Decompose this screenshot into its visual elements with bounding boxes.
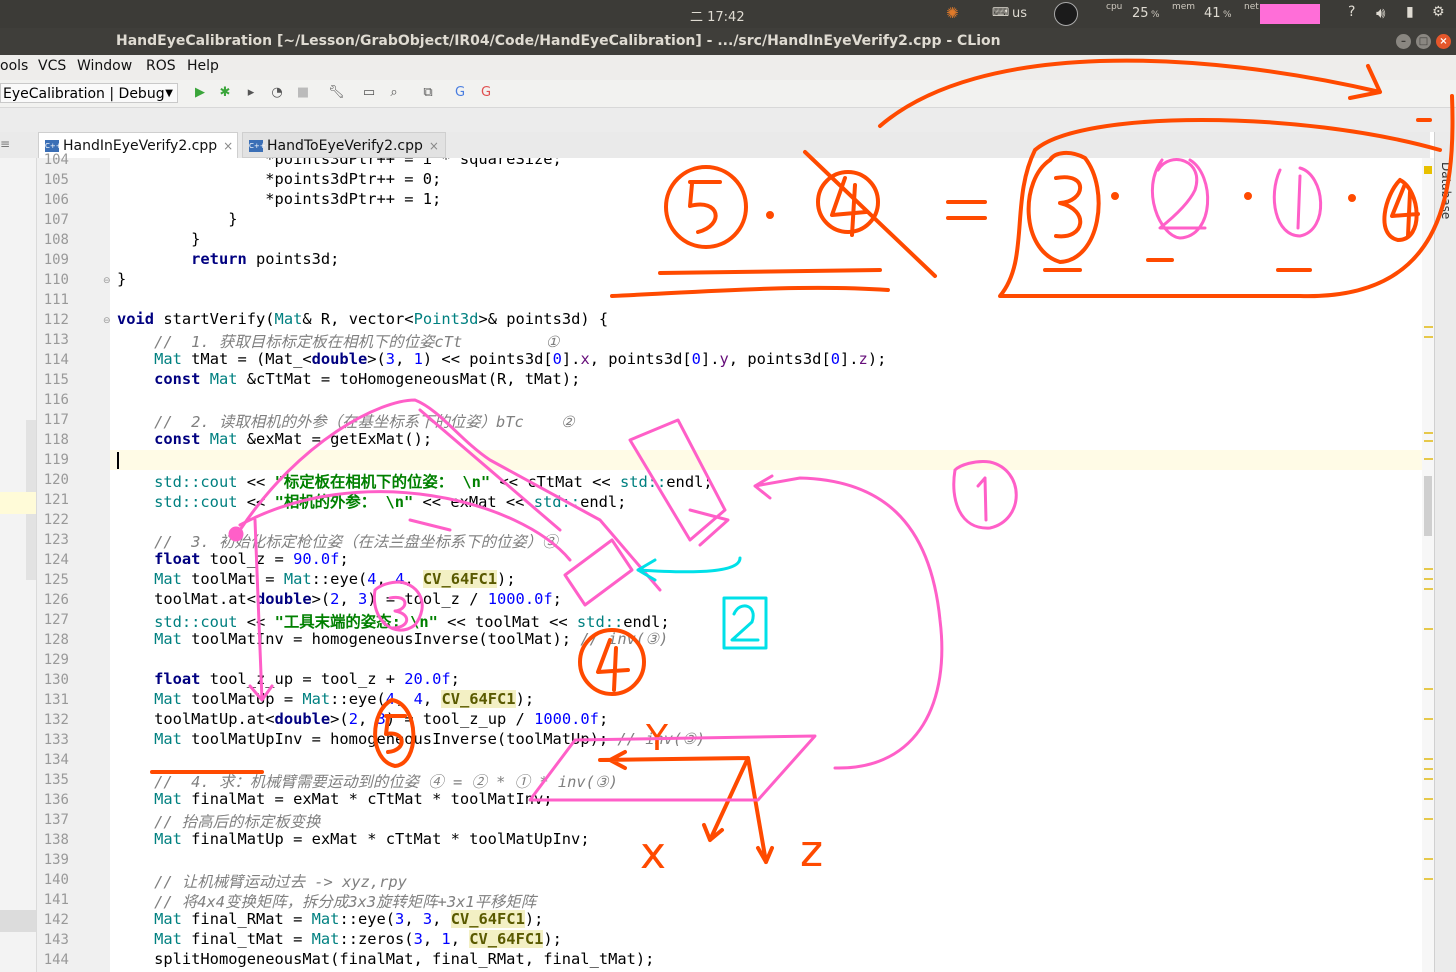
tool-flange — [563, 538, 634, 607]
circled-5-code — [373, 698, 416, 768]
axis-x-label: x — [640, 828, 666, 879]
cyan-arrow — [636, 556, 742, 582]
orange-annotations — [150, 58, 1455, 864]
pink-dot — [228, 526, 244, 542]
axis-z-label: z — [800, 826, 823, 877]
annotation-overlay: x z Y — [150, 58, 1455, 879]
circled-1-top — [1272, 166, 1323, 238]
return-arc — [753, 474, 944, 770]
circled-4-right — [1382, 178, 1420, 242]
circled-1-right — [952, 460, 1018, 530]
circled-2-top — [1151, 158, 1210, 240]
cyan-annotations — [636, 556, 768, 650]
camera-body — [628, 418, 730, 547]
cross-line — [803, 150, 937, 278]
circled-3 — [1026, 151, 1101, 264]
circled-4-code — [578, 628, 646, 696]
small-dashes — [1043, 258, 1312, 272]
gun-lines — [238, 490, 572, 562]
axis-arrows — [598, 750, 774, 864]
top-arc-arrow — [878, 58, 1382, 128]
circled-3-pink — [372, 580, 424, 632]
calibration-board — [528, 734, 817, 802]
equals-sign — [946, 200, 987, 220]
big-loop — [998, 94, 1455, 299]
pink-annotations — [228, 158, 1323, 802]
underline-1 — [610, 268, 890, 298]
circled-4-crossed — [816, 170, 880, 234]
